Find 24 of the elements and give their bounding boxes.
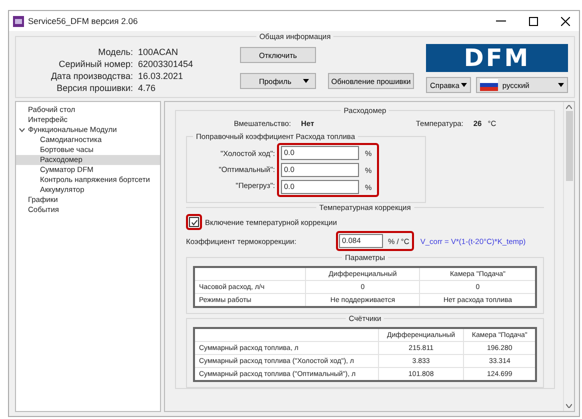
scroll-down-icon[interactable] xyxy=(566,404,572,408)
check-icon xyxy=(190,218,198,226)
window-title: Service56_DFM версия 2.06 xyxy=(28,16,139,26)
minimize-icon xyxy=(496,20,506,22)
field-value: 100ACAN xyxy=(138,47,179,57)
app-icon xyxy=(13,16,24,26)
maximize-icon xyxy=(528,16,538,26)
caret-icon xyxy=(558,83,564,87)
flag-icon xyxy=(480,79,498,91)
field-value: 16.03.2021 xyxy=(138,71,184,81)
field-value: 62003301454 xyxy=(138,59,194,69)
close-icon xyxy=(560,16,570,26)
field-label: Версия прошивки: xyxy=(56,83,133,93)
checkbox[interactable] xyxy=(189,217,199,227)
chevron-icon[interactable] xyxy=(19,127,25,133)
logo: DFM xyxy=(426,44,568,72)
field-label: Серийный номер: xyxy=(58,59,133,69)
caret-icon xyxy=(303,79,309,83)
scroll-up-icon[interactable] xyxy=(566,105,572,109)
scrollbar[interactable] xyxy=(563,102,574,411)
field-label: Модель: xyxy=(97,47,133,57)
field-value: 4.76 xyxy=(138,83,156,93)
caret-icon xyxy=(461,83,468,87)
field-label: Дата производства: xyxy=(50,71,133,81)
